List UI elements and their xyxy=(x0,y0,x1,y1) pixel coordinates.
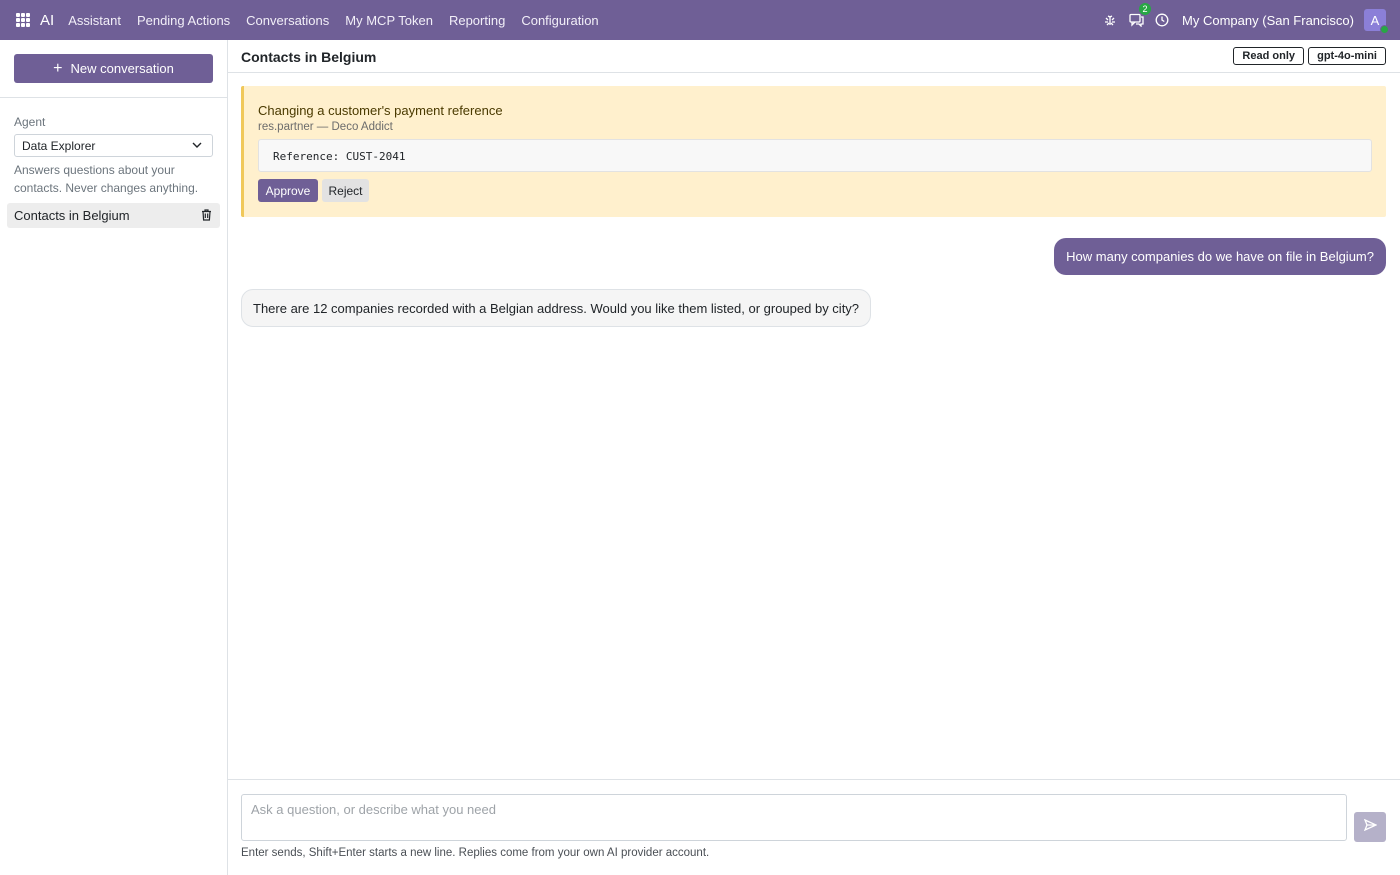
app-brand[interactable]: AI xyxy=(40,12,54,29)
online-status-dot xyxy=(1380,25,1389,34)
agent-label: Agent xyxy=(14,115,46,129)
agent-select-value: Data Explorer xyxy=(22,138,96,153)
bug-icon[interactable] xyxy=(1102,12,1118,28)
approve-button[interactable]: Approve xyxy=(258,179,318,202)
sidebar: + New conversation Agent Data Explorer A… xyxy=(0,40,228,875)
apps-icon[interactable] xyxy=(16,13,30,27)
trash-icon[interactable] xyxy=(201,209,212,224)
user-avatar[interactable]: A xyxy=(1364,9,1389,34)
send-button[interactable] xyxy=(1354,812,1386,842)
menu-pending-actions[interactable]: Pending Actions xyxy=(137,13,230,28)
avatar-letter: A xyxy=(1370,12,1380,28)
messages-badge: 2 xyxy=(1139,3,1152,15)
chat-icon[interactable]: 2 xyxy=(1128,3,1152,28)
menu-assistant[interactable]: Assistant xyxy=(68,13,121,28)
reject-button[interactable]: Reject xyxy=(322,179,369,202)
chevron-down-icon xyxy=(191,139,203,154)
read-only-tag: Read only xyxy=(1233,47,1304,65)
new-conversation-button[interactable]: + New conversation xyxy=(14,54,213,83)
conversation-header: Contacts in Belgium Read only gpt-4o-min… xyxy=(228,40,1400,73)
pending-action-subtitle: res.partner — Deco Addict xyxy=(258,121,393,133)
top-navbar: AI Assistant Pending Actions Conversatio… xyxy=(0,0,1400,40)
company-switcher[interactable]: My Company (San Francisco) xyxy=(1182,13,1354,28)
message-input[interactable] xyxy=(241,794,1347,841)
main-menu: Assistant Pending Actions Conversations … xyxy=(68,13,614,28)
pending-action-card: Changing a customer's payment reference … xyxy=(241,86,1386,217)
conversation-item[interactable]: Contacts in Belgium xyxy=(7,203,220,228)
composer: Enter sends, Shift+Enter starts a new li… xyxy=(228,779,1400,875)
user-message: How many companies do we have on file in… xyxy=(1054,238,1386,275)
pending-action-title: Changing a customer's payment reference xyxy=(258,103,503,118)
sidebar-divider xyxy=(0,97,227,98)
new-conversation-label: New conversation xyxy=(70,61,174,76)
model-tag: gpt-4o-mini xyxy=(1308,47,1386,65)
systray: 2 My Company (San Francisco) A xyxy=(1092,0,1389,40)
conversation-title-heading: Contacts in Belgium xyxy=(241,49,377,65)
main-panel: Contacts in Belgium Read only gpt-4o-min… xyxy=(228,40,1400,875)
menu-reporting[interactable]: Reporting xyxy=(449,13,505,28)
menu-configuration[interactable]: Configuration xyxy=(521,13,598,28)
menu-my-mcp-token[interactable]: My MCP Token xyxy=(345,13,433,28)
plus-icon: + xyxy=(53,59,63,77)
conversation-title: Contacts in Belgium xyxy=(14,208,130,223)
composer-hint: Enter sends, Shift+Enter starts a new li… xyxy=(241,847,710,859)
agent-select[interactable]: Data Explorer xyxy=(14,134,213,157)
menu-conversations[interactable]: Conversations xyxy=(246,13,329,28)
assistant-message: There are 12 companies recorded with a B… xyxy=(241,289,872,327)
pending-action-code: Reference: CUST-2041 xyxy=(258,139,1372,172)
send-icon xyxy=(1363,818,1378,836)
clock-icon[interactable] xyxy=(1154,12,1170,28)
agent-description: Answers questions about your contacts. N… xyxy=(14,163,199,195)
